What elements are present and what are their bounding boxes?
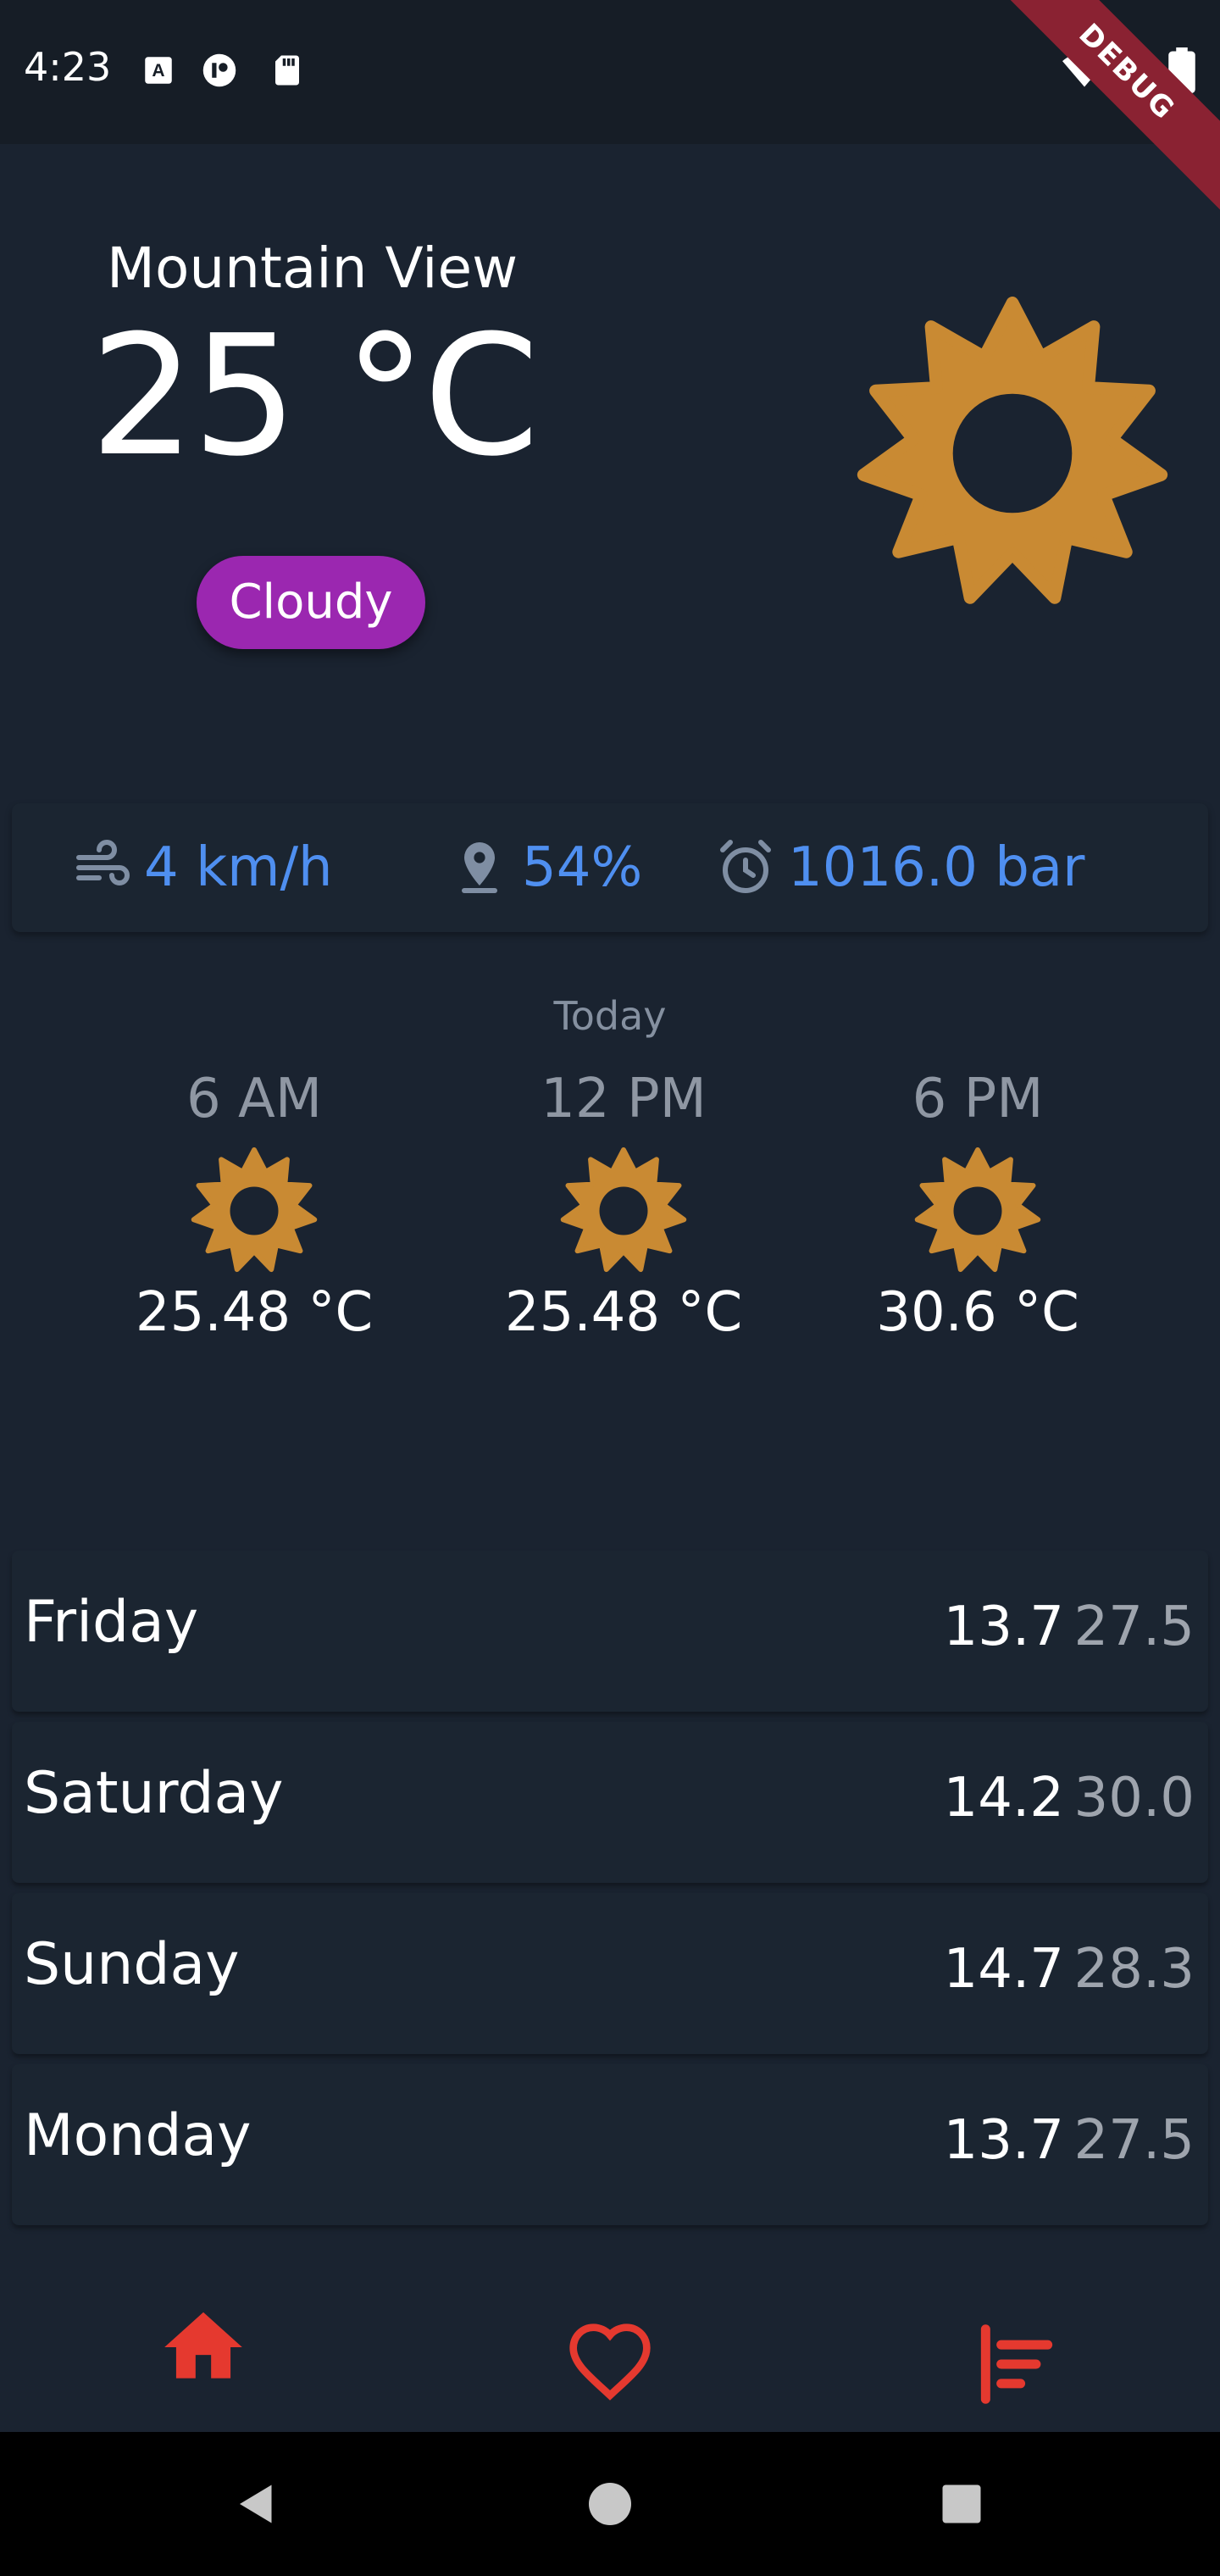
daily-forecast-row[interactable]: Saturday 14.2 30.0 (12, 1722, 1208, 1883)
heart-icon (569, 2323, 651, 2401)
alarm-clock-icon (720, 840, 771, 893)
day-max-temp: 27.5 (1073, 1596, 1195, 1658)
day-name: Friday (24, 1589, 199, 1656)
sun-center (952, 393, 1073, 514)
humidity-value: 54% (522, 836, 643, 899)
keyboard-a-icon: A (145, 57, 172, 84)
system-recents-button[interactable] (923, 2466, 1000, 2542)
app-notification-icon (202, 53, 236, 87)
nav-home-button[interactable] (144, 2288, 263, 2407)
sun-icon (560, 1147, 687, 1273)
hour-forecast: 6 AM 25.48 °C (127, 1068, 381, 1344)
recents-square-icon (942, 2484, 981, 2523)
hour-temperature: 25.48 °C (135, 1281, 374, 1344)
hour-forecast: 12 PM 25.48 °C (496, 1068, 751, 1344)
day-max-temp: 30.0 (1073, 1767, 1195, 1829)
sun-icon (857, 297, 1168, 604)
hour-time: 6 PM (912, 1068, 1044, 1130)
nav-favorites-button[interactable] (551, 2305, 669, 2423)
sun-icon (914, 1147, 1041, 1273)
svg-text:A: A (152, 61, 164, 80)
hour-time: 6 AM (186, 1068, 323, 1130)
day-min-temp: 14.2 (943, 1767, 1065, 1829)
daily-forecast-row[interactable]: Sunday 14.7 28.3 (12, 1893, 1208, 2054)
back-triangle-icon (240, 2484, 272, 2523)
stats-card: 4 km/h 54% 1016.0 bar (12, 803, 1208, 932)
sun-center (953, 1186, 1002, 1235)
day-min-temp: 13.7 (943, 1596, 1065, 1658)
sd-card-icon (275, 55, 299, 86)
sun-center (599, 1186, 648, 1235)
humidity-stat: 54% (449, 803, 642, 932)
hour-time: 12 PM (541, 1068, 707, 1130)
pressure-value: 1016.0 bar (788, 836, 1085, 899)
day-min-temp: 14.7 (943, 1938, 1065, 2001)
condition-badge[interactable]: Cloudy (197, 556, 425, 649)
wind-stat: 4 km/h (71, 803, 333, 932)
location-pin-icon (462, 842, 497, 893)
hour-temperature: 25.48 °C (504, 1281, 743, 1344)
day-min-temp: 13.7 (943, 2109, 1065, 2172)
status-time: 4:23 (24, 44, 112, 90)
home-circle-icon (589, 2483, 631, 2525)
day-name: Sunday (24, 1931, 240, 1998)
sun-icon (191, 1147, 318, 1273)
wind-value: 4 km/h (144, 836, 333, 899)
daily-forecast-row[interactable]: Friday 13.7 27.5 (12, 1551, 1208, 1712)
current-temperature: 25 °C (90, 300, 540, 493)
city-name: Mountain View (107, 236, 518, 301)
wind-icon (76, 840, 130, 886)
day-max-temp: 28.3 (1073, 1938, 1195, 2001)
sun-center (230, 1186, 279, 1235)
system-back-button[interactable] (219, 2466, 295, 2542)
daily-forecast-row[interactable]: Monday 13.7 27.5 (12, 2064, 1208, 2225)
pressure-stat: 1016.0 bar (715, 803, 1084, 932)
home-icon (164, 2312, 242, 2379)
hour-forecast: 6 PM 30.6 °C (851, 1068, 1105, 1344)
sort-icon (980, 2324, 1053, 2404)
hour-temperature: 30.6 °C (876, 1281, 1079, 1344)
nav-sort-button[interactable] (957, 2305, 1076, 2423)
day-max-temp: 27.5 (1073, 2109, 1195, 2172)
day-name: Saturday (24, 1760, 284, 1827)
today-label: Today (553, 993, 667, 1039)
day-name: Monday (24, 2102, 252, 2169)
system-home-button[interactable] (572, 2466, 648, 2542)
